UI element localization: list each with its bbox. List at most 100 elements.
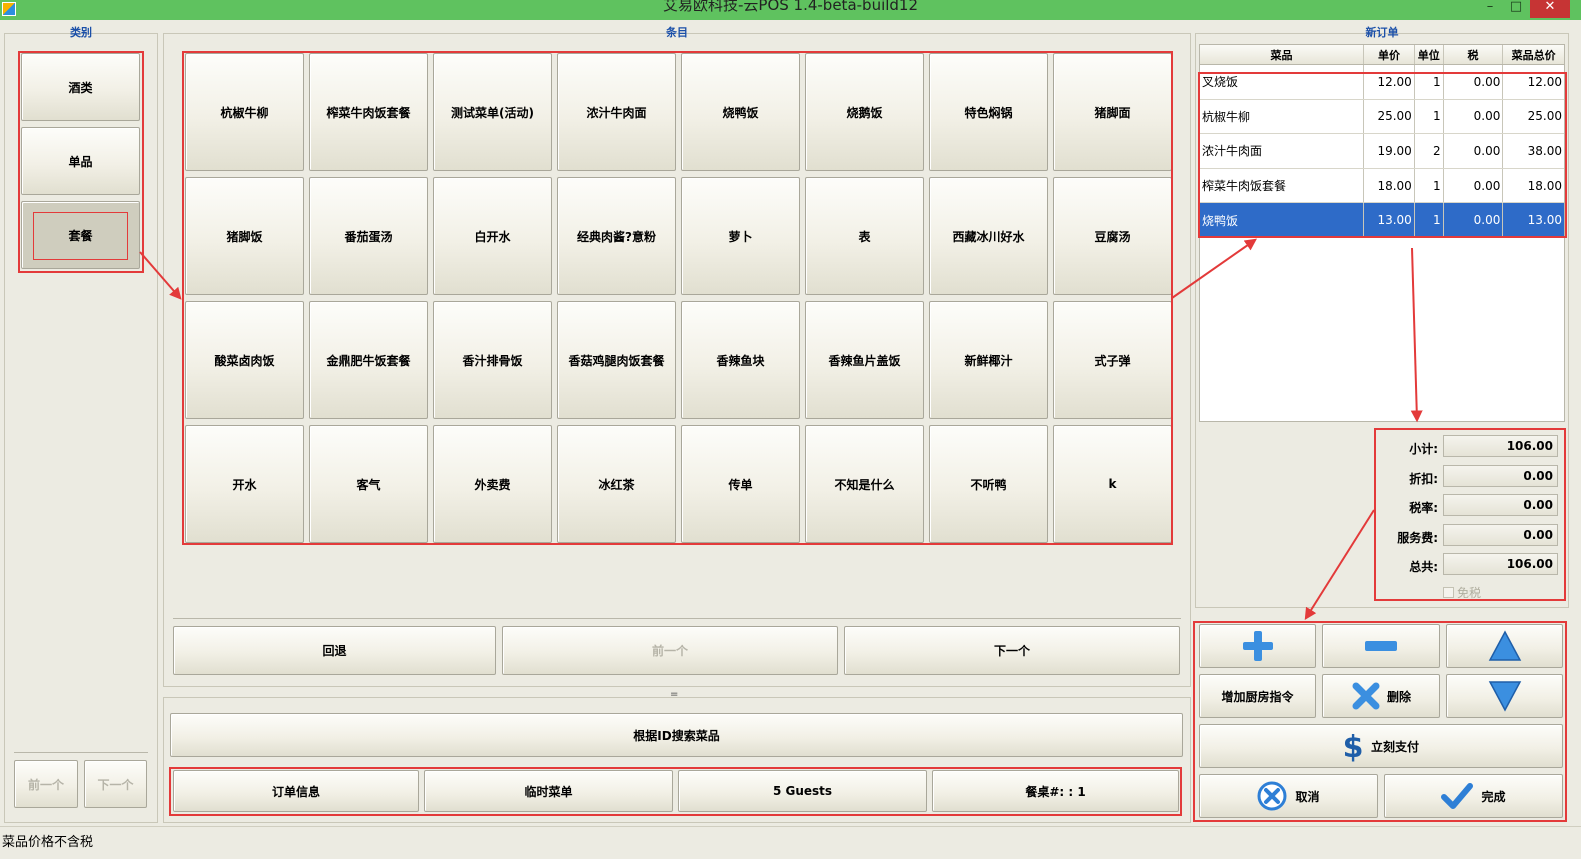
done-label: 完成 — [1481, 789, 1506, 804]
column-header-unit[interactable]: 单位 — [1415, 45, 1444, 64]
menu-item-button[interactable]: 传单 — [681, 425, 800, 543]
column-header-price[interactable]: 单价 — [1364, 45, 1415, 64]
menu-item-button[interactable]: 猪脚饭 — [185, 177, 304, 295]
divider — [14, 752, 148, 753]
tax-label: 税率: — [1409, 501, 1438, 515]
menu-item-button[interactable]: 式子弹 — [1053, 301, 1172, 419]
delete-label: 删除 — [1386, 689, 1411, 704]
cancel-button[interactable]: 取消 — [1199, 774, 1378, 818]
total-label: 总共: — [1409, 560, 1438, 574]
menu-item-button[interactable]: 不听鸭 — [929, 425, 1048, 543]
menu-item-button[interactable]: 西藏冰川好水 — [929, 177, 1048, 295]
close-button[interactable]: ✕ — [1530, 0, 1570, 18]
window-title: 艾易欧科技-云POS 1.4-beta-build12 — [662, 0, 919, 14]
order-row[interactable]: 浓汁牛肉面 19.00 2 0.00 38.00 — [1200, 134, 1564, 169]
delete-button[interactable]: 删除 — [1322, 674, 1440, 718]
menu-item-button[interactable]: 白开水 — [433, 177, 552, 295]
search-by-id-button[interactable]: 根据ID搜索菜品 — [170, 713, 1183, 757]
column-header-tax[interactable]: 税 — [1444, 45, 1504, 64]
menu-item-button[interactable]: 萝卜 — [681, 177, 800, 295]
items-next-button[interactable]: 下一个 — [844, 626, 1180, 675]
menu-item-button[interactable]: 烧鸭饭 — [681, 53, 800, 171]
menu-item-button[interactable]: 金鼎肥牛饭套餐 — [309, 301, 428, 419]
svg-text:$: $ — [1343, 730, 1363, 763]
title-bar: 艾易欧科技-云POS 1.4-beta-build12 – □ ✕ — [0, 0, 1581, 20]
kitchen-instruction-button[interactable]: 增加厨房指令 — [1199, 674, 1316, 718]
menu-item-button[interactable]: 酸菜卤肉饭 — [185, 301, 304, 419]
table-button[interactable]: 餐桌#: : 1 — [932, 770, 1179, 812]
minimize-button[interactable]: – — [1478, 0, 1502, 18]
tax-free-option[interactable]: 免税 — [1443, 584, 1481, 601]
maximize-button[interactable]: □ — [1504, 0, 1528, 18]
triangle-up-icon — [1488, 630, 1521, 661]
menu-item-button[interactable]: 香辣鱼片盖饭 — [805, 301, 924, 419]
order-row[interactable]: 榨菜牛肉饭套餐 18.00 1 0.00 18.00 — [1200, 168, 1564, 204]
items-prev-button[interactable]: 前一个 — [502, 626, 838, 675]
menu-item-button[interactable]: 开水 — [185, 425, 304, 543]
done-button[interactable]: 完成 — [1384, 774, 1563, 818]
order-panel-title: 新订单 — [1365, 26, 1399, 39]
order-row[interactable]: 杭椒牛柳 25.00 1 0.00 25.00 — [1200, 99, 1564, 135]
remove-quantity-button[interactable] — [1322, 624, 1440, 668]
menu-item-button[interactable]: k — [1053, 425, 1172, 543]
move-down-button[interactable] — [1446, 674, 1563, 718]
menu-item-button[interactable]: 榨菜牛肉饭套餐 — [309, 53, 428, 171]
order-cell: 12.00 — [1527, 74, 1563, 89]
column-header-item[interactable]: 菜品 — [1200, 45, 1365, 64]
order-table[interactable]: 菜品 单价 单位 税 菜品总价 叉烧饭 12.00 1 0.00 12.00 杭椒牛柳 25… — [1199, 44, 1565, 422]
cancel-icon — [1257, 781, 1287, 811]
order-info-button[interactable]: 订单信息 — [173, 770, 419, 812]
order-row[interactable]: 烧鸭饭 13.00 1 0.00 13.00 — [1200, 203, 1564, 238]
menu-item-button[interactable]: 烧鹅饭 — [805, 53, 924, 171]
tax-free-label: 免税 — [1457, 586, 1482, 600]
pay-now-button[interactable]: $ 立刻支付 — [1199, 724, 1563, 768]
order-cell: 12.00 — [1364, 65, 1415, 99]
menu-item-button[interactable]: 新鲜椰汁 — [929, 301, 1048, 419]
total-field: 106.00 — [1443, 553, 1558, 575]
menu-item-button[interactable]: 表 — [805, 177, 924, 295]
category-next-button[interactable]: 下一个 — [84, 760, 147, 808]
dollar-icon: $ — [1343, 730, 1363, 763]
order-cell: 38.00 — [1527, 143, 1563, 158]
tax-field: 0.00 — [1443, 494, 1558, 516]
menu-item-button[interactable]: 番茄蛋汤 — [309, 177, 428, 295]
menu-item-button[interactable]: 经典肉酱?意粉 — [557, 177, 676, 295]
menu-item-button[interactable]: 猪脚面 — [1053, 53, 1172, 171]
category-item[interactable]: 单品 — [21, 127, 140, 195]
order-cell: 1 — [1415, 99, 1444, 134]
order-row[interactable]: 叉烧饭 12.00 1 0.00 12.00 — [1200, 65, 1564, 100]
menu-item-button[interactable]: 香汁排骨饭 — [433, 301, 552, 419]
order-cell: 0.00 — [1444, 134, 1504, 168]
menu-item-button[interactable]: 香菇鸡腿肉饭套餐 — [557, 301, 676, 419]
menu-item-button[interactable]: 不知是什么 — [805, 425, 924, 543]
subtotal-label: 小计: — [1409, 442, 1438, 456]
menu-item-button[interactable]: 杭椒牛柳 — [185, 53, 304, 171]
discount-field: 0.00 — [1443, 465, 1558, 487]
move-up-button[interactable] — [1446, 624, 1563, 668]
column-header-total[interactable]: 菜品总价 — [1503, 45, 1564, 64]
menu-item-button[interactable]: 浓汁牛肉面 — [557, 53, 676, 171]
menu-item-button[interactable]: 测试菜单(活动) — [433, 53, 552, 171]
menu-item-button[interactable]: 特色焖锅 — [929, 53, 1048, 171]
category-prev-button[interactable]: 前一个 — [14, 760, 78, 808]
triangle-down-icon — [1488, 681, 1521, 712]
service-fee-field: 0.00 — [1443, 524, 1558, 546]
category-item-selected[interactable]: 套餐 — [21, 201, 140, 269]
tax-free-checkbox[interactable] — [1443, 587, 1454, 598]
menu-item-button[interactable]: 香辣鱼块 — [681, 301, 800, 419]
order-cell: 13.00 — [1364, 203, 1415, 237]
order-cell: 榨菜牛肉饭套餐 — [1200, 168, 1365, 203]
guests-button[interactable]: 5 Guests — [678, 770, 927, 812]
order-cell: 25.00 — [1364, 99, 1415, 134]
category-item[interactable]: 酒类 — [21, 53, 140, 121]
order-cell: 烧鸭饭 — [1200, 203, 1365, 237]
checkmark-icon — [1441, 783, 1474, 809]
menu-item-button[interactable]: 外卖费 — [433, 425, 552, 543]
add-quantity-button[interactable] — [1199, 624, 1316, 668]
menu-item-button[interactable]: 冰红茶 — [557, 425, 676, 543]
menu-item-button[interactable]: 豆腐汤 — [1053, 177, 1172, 295]
order-cell: 13.00 — [1527, 213, 1563, 228]
menu-item-button[interactable]: 客气 — [309, 425, 428, 543]
temp-menu-button[interactable]: 临时菜单 — [424, 770, 673, 812]
back-button[interactable]: 回退 — [173, 626, 496, 675]
